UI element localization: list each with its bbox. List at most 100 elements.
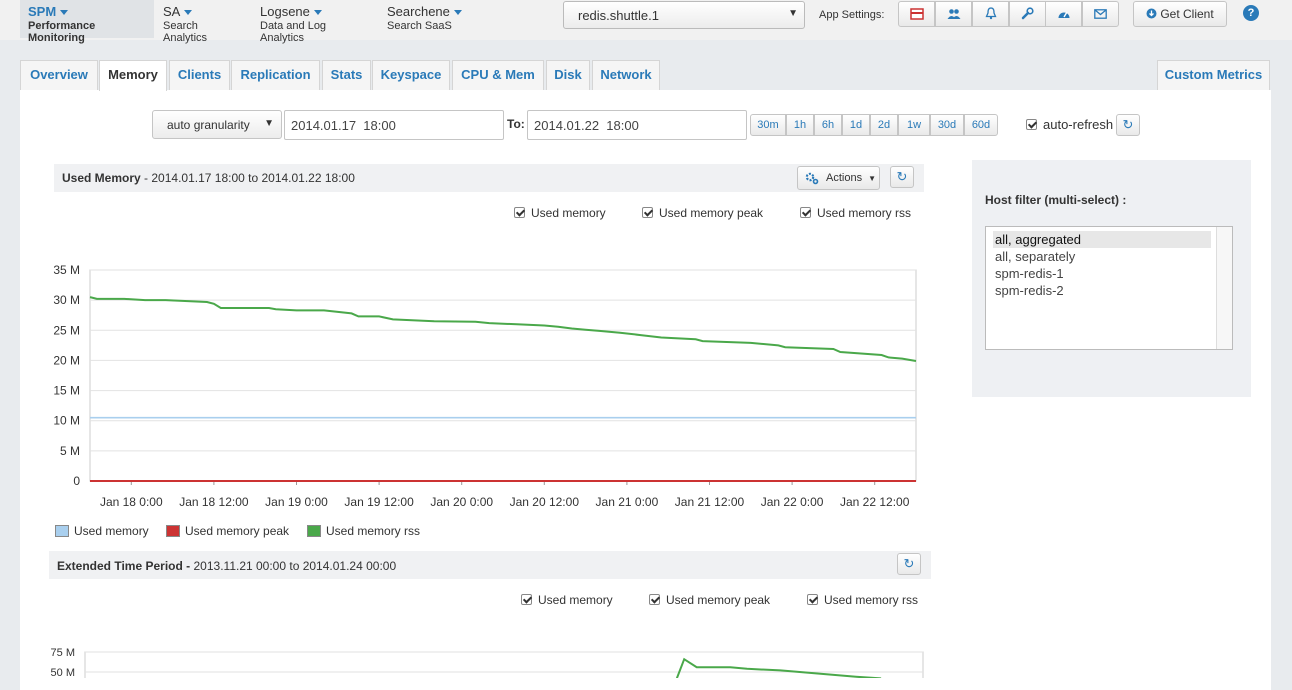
tab-overview[interactable]: Overview — [20, 60, 98, 90]
to-date-input[interactable] — [527, 110, 747, 140]
extended-chart-refresh-button[interactable]: ↻ — [897, 553, 921, 575]
ext-used-memory-rss-checkbox[interactable] — [807, 594, 818, 605]
x-tick-label: Jan 20 0:00 — [430, 495, 493, 509]
top-navigation-bar: SPM Performance Monitoring SA Search Ana… — [0, 0, 1292, 44]
refresh-icon: ↻ — [896, 169, 908, 184]
used-memory-toggle[interactable]: Used memory — [514, 206, 606, 220]
used-memory-chart-header: Used Memory - 2014.01.17 18:00 to 2014.0… — [54, 164, 924, 192]
refresh-button[interactable]: ↻ — [1116, 114, 1140, 136]
host-option-spm-redis-2[interactable]: spm-redis-2 — [993, 282, 1211, 299]
ext-used-memory-checkbox-label: Used memory — [538, 593, 613, 607]
range-1w-button[interactable]: 1w — [898, 114, 930, 136]
used-memory-peak-checkbox[interactable] — [642, 207, 653, 218]
product-logsene-name: Logsene — [260, 4, 310, 19]
app-settings-label: App Settings: — [819, 9, 885, 21]
mail-button[interactable] — [1082, 1, 1119, 27]
x-tick-label: Jan 22 12:00 — [840, 495, 910, 509]
used-memory-checkbox-label: Used memory — [531, 206, 606, 220]
host-option-all-aggregated[interactable]: all, aggregated — [993, 231, 1211, 248]
alerts-button[interactable] — [972, 1, 1009, 27]
ext-used-memory-peak-checkbox-label: Used memory peak — [666, 593, 771, 607]
product-sa-subtitle: Search Analytics — [163, 20, 208, 44]
product-searchene-subtitle: Search SaaS — [387, 20, 452, 32]
tab-clients[interactable]: Clients — [169, 60, 230, 90]
alerts-bell-icon — [985, 7, 996, 20]
product-logsene-subtitle: Data and Log Analytics — [260, 20, 327, 44]
ext-used-memory-peak-toggle[interactable]: Used memory peak — [649, 593, 770, 607]
product-logsene[interactable]: Logsene Data and Log Analytics — [252, 0, 378, 44]
app-selector[interactable]: redis.shuttle.1 ▼ — [563, 1, 805, 29]
tab-memory[interactable]: Memory — [99, 60, 167, 91]
used-memory-rss-toggle[interactable]: Used memory rss — [800, 206, 911, 220]
dashboard-button[interactable] — [1045, 1, 1082, 27]
granularity-value: auto granularity — [167, 118, 250, 132]
get-client-button[interactable]: Get Client — [1133, 1, 1227, 27]
range-1d-button[interactable]: 1d — [842, 114, 870, 136]
envelope-icon — [1094, 9, 1107, 19]
used-memory-rss-checkbox[interactable] — [800, 207, 811, 218]
settings-button[interactable] — [1009, 1, 1046, 27]
ext-used-memory-toggle[interactable]: Used memory — [521, 593, 613, 607]
product-searchene-name: Searchene — [387, 4, 450, 19]
product-spm[interactable]: SPM Performance Monitoring — [20, 0, 154, 44]
tab-keyspace[interactable]: Keyspace — [372, 60, 450, 90]
dashboard-gauge-icon — [1058, 11, 1069, 18]
to-label: To: — [507, 117, 525, 131]
host-filter-title: Host filter (multi-select) : — [985, 193, 1127, 207]
refresh-icon: ↻ — [903, 556, 915, 571]
y-tick-label: 20 M — [53, 353, 80, 367]
product-searchene[interactable]: Searchene Search SaaS — [379, 0, 479, 38]
range-30m-button[interactable]: 30m — [750, 114, 786, 136]
plot-area — [84, 651, 924, 678]
chevron-down-icon — [453, 10, 462, 16]
tab-disk[interactable]: Disk — [546, 60, 590, 90]
refresh-icon: ↻ — [1122, 117, 1134, 132]
ext-used-memory-rss-toggle[interactable]: Used memory rss — [807, 593, 918, 607]
product-spm-name: SPM — [28, 4, 57, 19]
granularity-select[interactable]: auto granularity ▼ — [152, 110, 282, 139]
extended-period-chart: 25 M50 M75 M — [51, 647, 924, 678]
host-option-all-separately[interactable]: all, separately — [993, 248, 1211, 265]
host-option-spm-redis-1[interactable]: spm-redis-1 — [993, 265, 1211, 282]
x-tick-label: Jan 20 12:00 — [510, 495, 580, 509]
used-memory-peak-checkbox-label: Used memory peak — [659, 206, 764, 220]
x-tick-label: Jan 21 0:00 — [596, 495, 659, 509]
legend-label-used-memory: Used memory — [74, 524, 149, 538]
product-sa[interactable]: SA Search Analytics — [155, 0, 250, 44]
chevron-down-icon — [60, 10, 69, 16]
range-6h-button[interactable]: 6h — [814, 114, 842, 136]
tab-cpu-mem[interactable]: CPU & Mem — [452, 60, 544, 90]
ext-used-memory-peak-checkbox[interactable] — [649, 594, 660, 605]
tab-stats[interactable]: Stats — [322, 60, 371, 90]
y-tick-label: 10 M — [53, 414, 80, 428]
auto-refresh-toggle[interactable]: auto-refresh — [1026, 117, 1113, 132]
x-tick-label: Jan 18 0:00 — [100, 495, 163, 509]
from-date-input[interactable] — [284, 110, 504, 140]
billing-button[interactable] — [898, 1, 935, 27]
y-tick-label: 0 — [73, 474, 80, 488]
users-button[interactable] — [935, 1, 972, 27]
billing-card-icon — [909, 8, 924, 20]
used-memory-checkbox[interactable] — [514, 207, 525, 218]
auto-refresh-checkbox[interactable] — [1026, 119, 1037, 130]
host-filter-list[interactable]: all, aggregated all, separately spm-redi… — [985, 226, 1233, 350]
ext-used-memory-rss-checkbox-label: Used memory rss — [824, 593, 919, 607]
range-1h-button[interactable]: 1h — [786, 114, 814, 136]
ext-used-memory-checkbox[interactable] — [521, 594, 532, 605]
legend-swatch-used-memory-peak — [166, 525, 180, 537]
used-memory-peak-toggle[interactable]: Used memory peak — [642, 206, 763, 220]
users-icon — [947, 9, 960, 19]
actions-button[interactable]: Actions ▼ — [797, 166, 880, 190]
chart-refresh-button[interactable]: ↻ — [890, 166, 914, 188]
used-memory-rss-checkbox-label: Used memory rss — [817, 206, 912, 220]
get-client-label: Get Client — [1160, 7, 1214, 21]
product-sa-name: SA — [163, 4, 181, 19]
custom-metrics-tab[interactable]: Custom Metrics — [1157, 60, 1270, 90]
tab-replication[interactable]: Replication — [231, 60, 320, 90]
range-30d-button[interactable]: 30d — [930, 114, 964, 136]
host-list-scrollbar[interactable] — [1216, 227, 1232, 349]
range-2d-button[interactable]: 2d — [870, 114, 898, 136]
help-icon[interactable]: ? — [1243, 5, 1259, 21]
tab-network[interactable]: Network — [592, 60, 660, 90]
range-60d-button[interactable]: 60d — [964, 114, 998, 136]
